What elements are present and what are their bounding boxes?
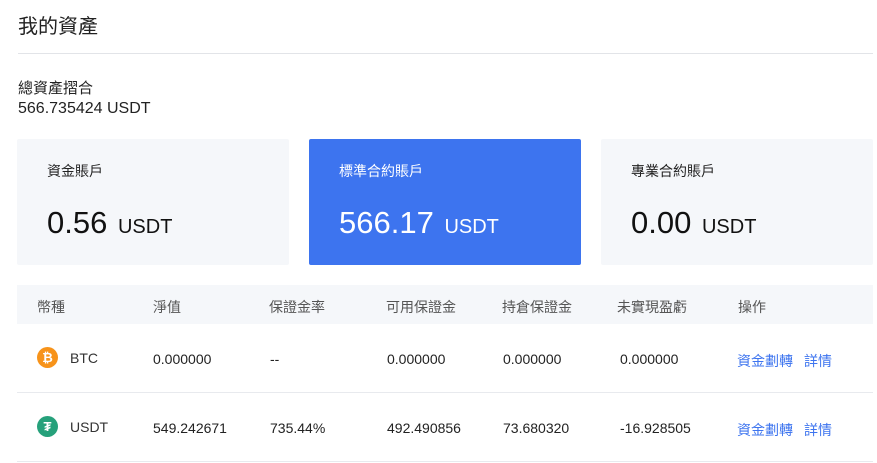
- card-title: 資金賬戶: [47, 164, 103, 180]
- coin-cell: ₮ USDT: [37, 416, 108, 437]
- available-margin: 492.490856: [387, 420, 461, 436]
- net-value: 0.000000: [153, 351, 212, 367]
- total-assets-label: 總資產摺合: [18, 79, 94, 97]
- unrealized-pnl: -16.928505: [620, 420, 691, 436]
- header-actions: 操作: [738, 300, 766, 316]
- header-net-value: 淨值: [153, 300, 181, 316]
- assets-table: 幣種 淨值 保證金率 可用保證金 持倉保證金 未實現盈虧 操作 ₿ BTC 0.…: [17, 285, 873, 462]
- net-value: 549.242671: [153, 420, 227, 436]
- card-standard-futures-account[interactable]: 標準合約賬戶 566.17 USDT: [309, 139, 581, 265]
- header-divider: [18, 53, 873, 54]
- card-funding-account[interactable]: 資金賬戶 0.56 USDT: [17, 139, 289, 265]
- table-header: 幣種 淨值 保證金率 可用保證金 持倉保證金 未實現盈虧 操作: [17, 285, 873, 324]
- table-row: ₮ USDT 549.242671 735.44% 492.490856 73.…: [17, 393, 873, 462]
- margin-rate: --: [270, 351, 280, 367]
- card-amount: 0.56 USDT: [47, 205, 173, 240]
- header-unrealized-pnl: 未實現盈虧: [617, 300, 687, 316]
- coin-name: BTC: [70, 349, 98, 366]
- unrealized-pnl: 0.000000: [620, 351, 679, 367]
- header-coin: 幣種: [37, 300, 65, 316]
- transfer-link[interactable]: 資金劃轉: [737, 420, 793, 440]
- card-amount: 566.17 USDT: [339, 205, 499, 240]
- card-pro-futures-account[interactable]: 專業合約賬戶 0.00 USDT: [601, 139, 873, 265]
- header-available-margin: 可用保證金: [386, 300, 456, 316]
- header-position-margin: 持倉保證金: [502, 300, 572, 316]
- card-title: 標準合約賬戶: [339, 164, 423, 180]
- page-title: 我的資產: [18, 14, 98, 38]
- details-link[interactable]: 詳情: [804, 420, 832, 440]
- bitcoin-icon: ₿: [37, 347, 58, 368]
- card-title: 專業合約賬戶: [631, 164, 715, 180]
- position-margin: 73.680320: [503, 420, 570, 436]
- tether-icon: ₮: [37, 416, 58, 437]
- details-link[interactable]: 詳情: [804, 351, 832, 371]
- available-margin: 0.000000: [387, 351, 446, 367]
- total-assets-value: 566.735424 USDT: [18, 100, 151, 117]
- position-margin: 0.000000: [503, 351, 562, 367]
- table-row: ₿ BTC 0.000000 -- 0.000000 0.000000 0.00…: [17, 324, 873, 393]
- margin-rate: 735.44%: [270, 420, 326, 436]
- coin-name: USDT: [70, 418, 109, 435]
- coin-cell: ₿ BTC: [37, 347, 98, 368]
- transfer-link[interactable]: 資金劃轉: [737, 351, 793, 371]
- header-margin-rate: 保證金率: [269, 300, 325, 316]
- card-amount: 0.00 USDT: [631, 205, 757, 240]
